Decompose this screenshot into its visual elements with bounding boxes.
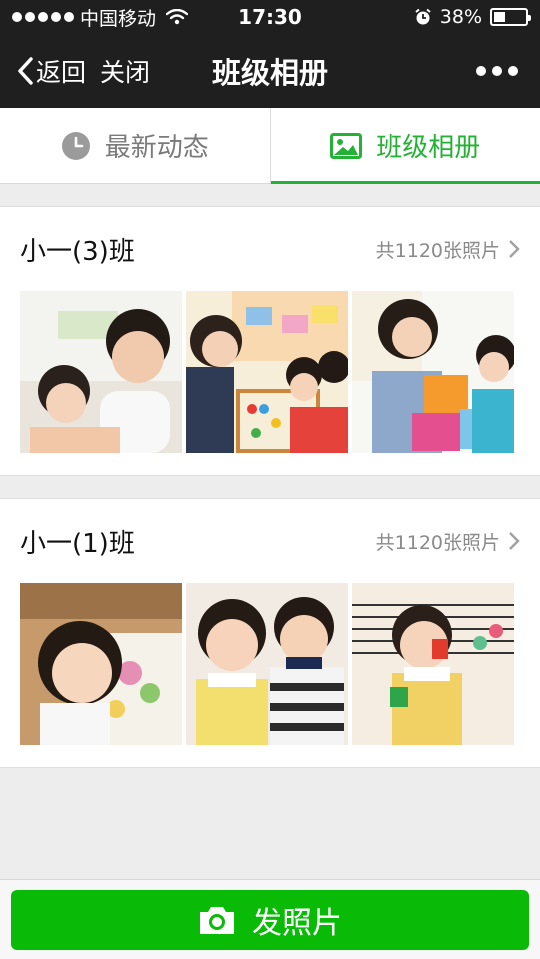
- status-bar: 中国移动 17:30 38%: [0, 0, 540, 34]
- tab-latest[interactable]: 最新动态: [0, 108, 270, 183]
- back-label: 返回: [36, 58, 87, 87]
- tab-label: 班级相册: [376, 133, 481, 163]
- back-button[interactable]: 返回: [16, 53, 86, 89]
- album-header[interactable]: 小一(1)班 共1120张照片: [20, 499, 520, 583]
- album-photo[interactable]: [186, 291, 348, 453]
- tab-bar: 最新动态 班级相册: [0, 108, 540, 184]
- album-photo[interactable]: [352, 583, 514, 745]
- clock-icon: [61, 131, 90, 160]
- post-photo-button[interactable]: 发照片: [11, 889, 529, 950]
- album-photo-count[interactable]: 共1120张照片: [376, 528, 520, 555]
- battery-level: [494, 12, 506, 22]
- album-photo[interactable]: [20, 583, 182, 745]
- album-photo[interactable]: [186, 583, 348, 745]
- album-photo-count[interactable]: 共1120张照片: [376, 236, 520, 263]
- chevron-right-icon: [509, 532, 520, 550]
- album-card[interactable]: 小一(1)班 共1120张照片: [0, 498, 540, 768]
- album-count-text: 共1120张照片: [375, 531, 500, 554]
- post-photo-label: 发照片: [252, 905, 342, 941]
- wifi-icon: [166, 9, 189, 25]
- photo-two-kids-image: [186, 583, 348, 745]
- photo-girl-music-image: [352, 583, 514, 745]
- album-photos: [20, 583, 520, 745]
- bottom-bar: 发照片: [0, 879, 540, 959]
- signal-dots-icon: [12, 12, 74, 22]
- album-photo[interactable]: [20, 291, 182, 453]
- image-icon: [330, 132, 363, 159]
- more-dots-icon[interactable]: [470, 60, 524, 82]
- alarm-icon: [415, 8, 431, 25]
- photo-kids-image: [20, 291, 182, 453]
- album-name: 小一(3)班: [20, 236, 135, 267]
- nav-bar: 返回 关闭 班级相册: [0, 34, 540, 108]
- photo-girl-drawing-image: [20, 583, 182, 745]
- album-card[interactable]: 小一(3)班 共1120张照片: [0, 206, 540, 476]
- album-header[interactable]: 小一(3)班 共1120张照片: [20, 207, 520, 291]
- tab-label: 最新动态: [104, 133, 209, 163]
- photo-teacher-blocks-image: [352, 291, 514, 453]
- tab-class-album[interactable]: 班级相册: [269, 108, 540, 184]
- album-photos: [20, 291, 520, 453]
- camera-icon: [200, 906, 234, 934]
- album-photo[interactable]: [352, 291, 514, 453]
- album-count-text: 共1120张照片: [375, 239, 500, 262]
- photo-teacher-abacus-image: [186, 291, 348, 453]
- carrier-name: 中国移动: [80, 7, 157, 30]
- chevron-left-icon: [18, 57, 33, 85]
- battery-percent: 38%: [439, 6, 482, 28]
- close-button[interactable]: 关闭: [100, 53, 150, 89]
- chevron-right-icon: [509, 240, 520, 258]
- battery-icon: [490, 8, 531, 26]
- album-name: 小一(1)班: [20, 528, 135, 559]
